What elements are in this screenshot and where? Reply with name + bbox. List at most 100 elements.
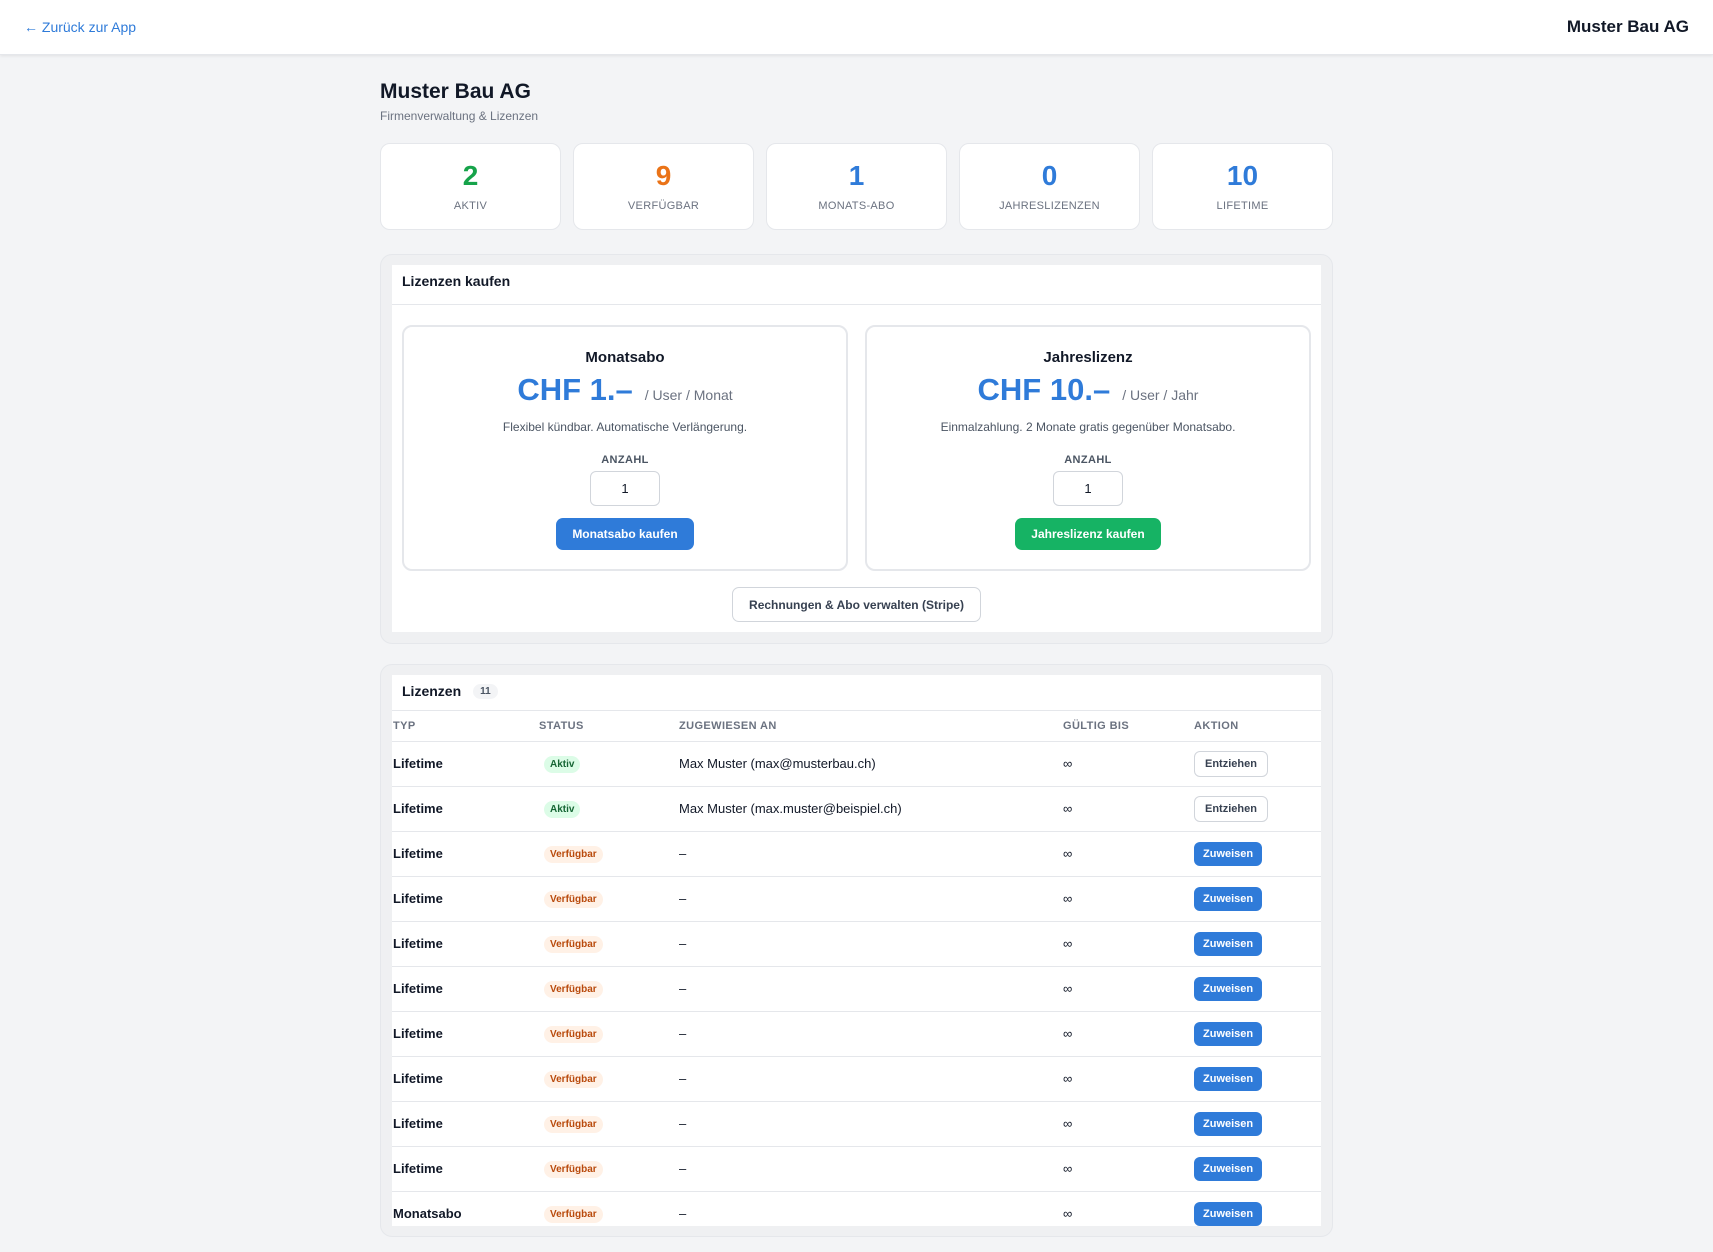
stat-card-lifetime: 10 LIFETIME — [1152, 143, 1333, 230]
status-badge: Verfügbar — [544, 1025, 603, 1043]
cell-assigned: Max Muster (max.muster@beispiel.ch) — [678, 786, 1062, 832]
back-to-app-link[interactable]: ← Zurück zur App — [24, 19, 136, 35]
stat-value: 10 — [1226, 160, 1259, 191]
cell-action: Zuweisen — [1193, 831, 1321, 877]
cell-type: Lifetime — [392, 876, 538, 922]
buy-yearly-button[interactable]: Jahreslizenz kaufen — [1015, 518, 1161, 550]
cell-type: Lifetime — [392, 1011, 538, 1057]
cell-assigned: – — [678, 1011, 1062, 1057]
licenses-panel-title: Lizenzen — [402, 683, 462, 699]
cell-action: Zuweisen — [1193, 876, 1321, 922]
assign-button[interactable]: Zuweisen — [1194, 931, 1263, 956]
assign-button[interactable]: Zuweisen — [1194, 1156, 1263, 1181]
cell-valid-until: ∞ — [1062, 1191, 1193, 1226]
cell-type: Lifetime — [392, 831, 538, 877]
plan-description: Einmalzahlung. 2 Monate gratis gegenüber… — [940, 420, 1236, 434]
cell-valid-until: ∞ — [1062, 1056, 1193, 1102]
stat-label: AKTIV — [453, 200, 488, 212]
stat-label: MONATS-ABO — [818, 200, 895, 212]
column-header-assigned: ZUGEWIESEN AN — [678, 711, 1062, 742]
cell-valid-until: ∞ — [1062, 1011, 1193, 1057]
cell-assigned: – — [678, 876, 1062, 922]
cell-action: Zuweisen — [1193, 1056, 1321, 1102]
status-badge: Verfügbar — [544, 1205, 603, 1223]
table-row: Lifetime Verfügbar – ∞ Zuweisen — [392, 876, 1321, 922]
stat-value: 1 — [848, 160, 865, 191]
plan-unit: / User / Jahr — [1122, 387, 1199, 403]
topbar-company-name: Muster Bau AG — [1566, 17, 1689, 36]
top-bar: ← Zurück zur App Muster Bau AG — [0, 0, 1713, 55]
table-row: Lifetime Verfügbar – ∞ Zuweisen — [392, 921, 1321, 967]
plan-name: Jahreslizenz — [1043, 349, 1133, 366]
cell-status: Aktiv — [538, 786, 678, 832]
cell-type: Lifetime — [392, 1101, 538, 1147]
cell-valid-until: ∞ — [1062, 741, 1193, 787]
plan-card-yearly: Jahreslizenz CHF 10.– / User / Jahr Einm… — [865, 325, 1311, 571]
cell-valid-until: ∞ — [1062, 1101, 1193, 1147]
purchase-panel-title: Lizenzen kaufen — [402, 273, 511, 289]
cell-status: Verfügbar — [538, 876, 678, 922]
table-row: Lifetime Verfügbar – ∞ Zuweisen — [392, 1056, 1321, 1102]
status-badge: Verfügbar — [544, 890, 603, 908]
cell-assigned: – — [678, 966, 1062, 1012]
table-row: Lifetime Verfügbar – ∞ Zuweisen — [392, 1146, 1321, 1192]
column-header-valid-until: GÜLTIG BIS — [1062, 711, 1193, 742]
assign-button[interactable]: Zuweisen — [1194, 976, 1263, 1001]
monthly-quantity-input[interactable] — [590, 471, 660, 506]
main-content: Muster Bau AG Firmenverwaltung & Lizenze… — [380, 80, 1333, 1237]
cell-assigned: – — [678, 831, 1062, 877]
cell-action: Zuweisen — [1193, 1146, 1321, 1192]
cell-valid-until: ∞ — [1062, 921, 1193, 967]
cell-assigned: – — [678, 1101, 1062, 1147]
revoke-button[interactable]: Entziehen — [1194, 750, 1268, 777]
cell-valid-until: ∞ — [1062, 831, 1193, 877]
table-row: Lifetime Aktiv Max Muster (max@musterbau.c… — [392, 741, 1321, 787]
purchase-panel: Lizenzen kaufen Monatsabo CHF 1.– / User… — [380, 254, 1333, 644]
cell-action: Entziehen — [1193, 786, 1321, 832]
cell-status: Verfügbar — [538, 921, 678, 967]
cell-valid-until: ∞ — [1062, 786, 1193, 832]
cell-valid-until: ∞ — [1062, 876, 1193, 922]
assign-button[interactable]: Zuweisen — [1194, 1066, 1263, 1091]
cell-valid-until: ∞ — [1062, 966, 1193, 1012]
assign-button[interactable]: Zuweisen — [1194, 841, 1263, 866]
cell-type: Lifetime — [392, 1146, 538, 1192]
cell-valid-until: ∞ — [1062, 1146, 1193, 1192]
assign-button[interactable]: Zuweisen — [1194, 1111, 1263, 1136]
cell-action: Zuweisen — [1193, 1101, 1321, 1147]
yearly-quantity-input[interactable] — [1053, 471, 1123, 506]
quantity-label: ANZAHL — [1064, 454, 1112, 466]
status-badge: Verfügbar — [544, 935, 603, 953]
cell-assigned: Max Muster (max@musterbau.ch) — [678, 741, 1062, 787]
status-badge: Verfügbar — [544, 1115, 603, 1133]
assign-button[interactable]: Zuweisen — [1194, 886, 1263, 911]
cell-type: Lifetime — [392, 786, 538, 832]
cell-type: Lifetime — [392, 1056, 538, 1102]
licenses-panel-header: Lizenzen 11 — [392, 675, 1321, 711]
assign-button[interactable]: Zuweisen — [1194, 1021, 1263, 1046]
cell-assigned: – — [678, 1146, 1062, 1192]
cell-status: Verfügbar — [538, 831, 678, 877]
cell-status: Verfügbar — [538, 1101, 678, 1147]
cell-status: Verfügbar — [538, 1056, 678, 1102]
stat-label: JAHRESLIZENZEN — [999, 200, 1100, 212]
table-row: Lifetime Verfügbar – ∞ Zuweisen — [392, 966, 1321, 1012]
assign-button[interactable]: Zuweisen — [1194, 1201, 1263, 1226]
stat-label: LIFETIME — [1216, 200, 1269, 212]
table-row: Lifetime Verfügbar – ∞ Zuweisen — [392, 1011, 1321, 1057]
revoke-button[interactable]: Entziehen — [1194, 795, 1268, 822]
table-row: Lifetime Aktiv Max Muster (max.muster@beis… — [392, 786, 1321, 832]
status-badge: Verfügbar — [544, 1070, 603, 1088]
table-header-row: TYP STATUS ZUGEWIESEN AN GÜLTIG BIS AKTI… — [392, 711, 1321, 742]
table-row: Lifetime Verfügbar – ∞ Zuweisen — [392, 831, 1321, 877]
cell-status: Verfügbar — [538, 1191, 678, 1226]
plan-price: CHF 10.– — [977, 372, 1111, 407]
table-row: Monatsabo Verfügbar – ∞ Zuweisen — [392, 1191, 1321, 1226]
cell-status: Verfügbar — [538, 1146, 678, 1192]
manage-billing-button[interactable]: Rechnungen & Abo verwalten (Stripe) — [732, 587, 981, 622]
status-badge: Verfügbar — [544, 980, 603, 998]
stat-value: 2 — [462, 160, 479, 191]
cell-status: Verfügbar — [538, 966, 678, 1012]
cell-type: Monatsabo — [392, 1191, 538, 1226]
buy-monthly-button[interactable]: Monatsabo kaufen — [556, 518, 694, 550]
